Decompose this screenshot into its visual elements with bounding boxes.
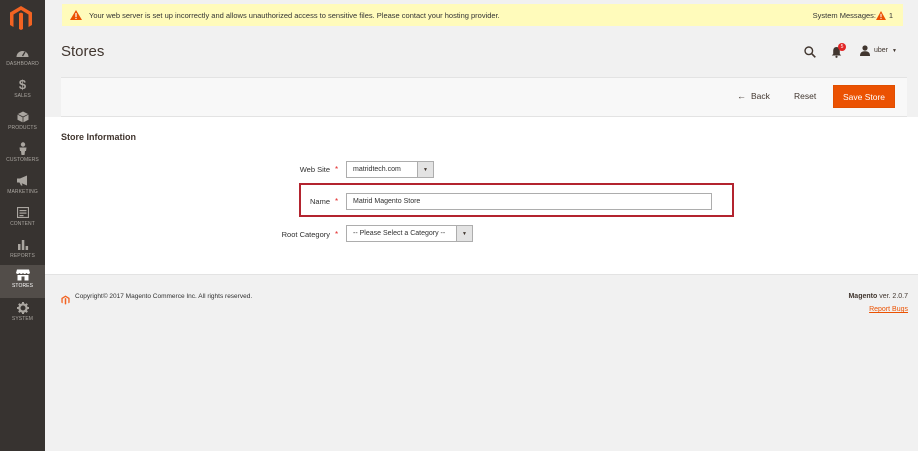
sidebar-item-reports[interactable]: REPORTS — [0, 235, 45, 267]
arrow-left-icon: ← — [737, 91, 746, 101]
dashboard-icon — [15, 45, 31, 60]
root-category-select[interactable]: -- Please Select a Category -- ▼ — [346, 225, 473, 242]
reset-button[interactable]: Reset — [794, 91, 816, 101]
sidebar-item-stores[interactable]: STORES — [0, 265, 45, 298]
sidebar-item-customers[interactable]: CUSTOMERS — [0, 139, 45, 171]
sidebar-item-products[interactable]: PRODUCTS — [0, 107, 45, 139]
chevron-down-icon[interactable]: ▼ — [456, 226, 472, 241]
chevron-down-icon[interactable]: ▼ — [417, 162, 433, 177]
system-messages-link[interactable]: System Messages: — [813, 11, 876, 20]
magento-logo-icon[interactable] — [9, 5, 33, 31]
required-asterisk: * — [335, 230, 339, 239]
user-name: uber — [874, 47, 889, 54]
footer-divider — [45, 274, 918, 275]
required-asterisk: * — [335, 165, 339, 174]
root-category-select-value: -- Please Select a Category -- — [353, 230, 446, 237]
user-account-menu[interactable]: uber ▼ — [860, 45, 897, 56]
sidebar-item-content[interactable]: CONTENT — [0, 203, 45, 235]
system-message-bar: Your web server is set up incorrectly an… — [62, 4, 903, 26]
save-store-button[interactable]: Save Store — [833, 85, 895, 108]
sidebar-item-label: DASHBOARD — [6, 61, 39, 67]
website-select-value: matridtech.com — [353, 166, 401, 173]
system-messages-warning-icon[interactable] — [876, 10, 886, 20]
dollar-icon: $ — [18, 77, 27, 92]
store-information-form: Store Information Web Site * matridtech.… — [45, 117, 918, 274]
megaphone-icon — [15, 173, 31, 188]
search-icon[interactable] — [804, 45, 816, 58]
sidebar-item-label: REPORTS — [10, 253, 35, 259]
sidebar-item-label: STORES — [11, 283, 34, 289]
website-select[interactable]: matridtech.com ▼ — [346, 161, 434, 178]
content-icon — [15, 205, 31, 220]
page-title: Stores — [61, 43, 105, 60]
page-actions-bar: ← Back Reset Save Store — [61, 77, 907, 117]
store-name-input[interactable]: Matrid Magento Store — [346, 193, 712, 210]
gear-icon — [15, 300, 31, 315]
sidebar-item-sales[interactable]: $ SALES — [0, 75, 45, 107]
bar-chart-icon — [15, 237, 31, 252]
back-button[interactable]: ← Back — [737, 91, 770, 101]
caret-down-icon: ▼ — [892, 47, 897, 54]
sidebar-item-dashboard[interactable]: DASHBOARD — [0, 43, 45, 75]
system-message-text: Your web server is set up incorrectly an… — [89, 10, 500, 20]
sidebar-item-label: CUSTOMERS — [6, 157, 39, 163]
sidebar-item-system[interactable]: SYSTEM — [0, 298, 45, 330]
name-label: Name — [309, 197, 330, 206]
system-messages-count[interactable]: 1 — [889, 11, 893, 20]
storefront-icon — [15, 267, 31, 282]
required-asterisk: * — [335, 197, 339, 206]
sidebar-item-label: CONTENT — [10, 221, 35, 227]
report-bugs-link[interactable]: Report Bugs — [869, 306, 908, 313]
notifications-count-badge[interactable]: 5 — [838, 43, 846, 51]
sidebar-item-marketing[interactable]: MARKETING — [0, 171, 45, 203]
admin-sidebar: DASHBOARD $ SALES PRODUCTS CUSTOMERS MAR… — [0, 0, 45, 451]
version-number: ver. 2.0.7 — [879, 293, 908, 300]
warning-icon — [70, 10, 82, 20]
sidebar-item-label: SYSTEM — [11, 316, 34, 322]
root-category-label: Root Category — [281, 230, 330, 239]
website-label: Web Site — [299, 165, 330, 174]
user-icon — [860, 45, 870, 56]
copyright-text: Copyright© 2017 Magento Commerce Inc. Al… — [75, 293, 253, 300]
magento-footer-logo-icon — [61, 292, 70, 305]
section-title: Store Information — [61, 132, 137, 142]
person-icon — [15, 141, 31, 156]
footer-brand: Magento — [848, 293, 878, 300]
cube-icon — [15, 109, 31, 124]
sidebar-item-label: SALES — [14, 93, 31, 99]
back-button-label: Back — [751, 91, 770, 101]
sidebar-item-label: PRODUCTS — [8, 125, 37, 131]
magento-version: Magento ver. 2.0.7 — [848, 293, 908, 300]
sidebar-item-label: MARKETING — [7, 189, 38, 195]
